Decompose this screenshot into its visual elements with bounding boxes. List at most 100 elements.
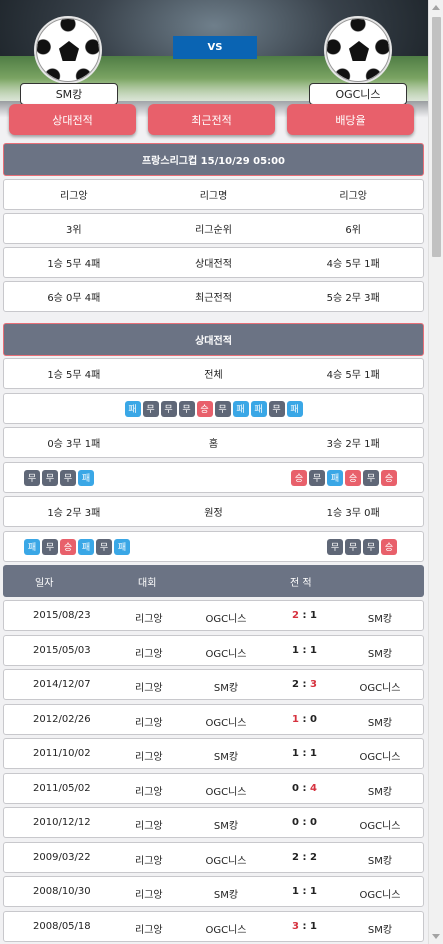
result-badge: 무 — [42, 538, 58, 555]
tab-head-to-head[interactable]: 상대전적 — [9, 104, 136, 135]
column-record: 전 적 — [290, 578, 312, 589]
result-badge: 승 — [345, 469, 361, 486]
match-home-team: SM캉 — [213, 752, 239, 763]
match-league: 리그앙 — [135, 614, 163, 625]
match-home-team: SM캉 — [213, 890, 239, 901]
result-badge: 무 — [327, 538, 343, 555]
match-away-team: SM캉 — [367, 924, 393, 936]
home-score: 1 — [292, 644, 299, 656]
match-date: 2010/12/12 — [33, 817, 91, 828]
match-away-team: OGC니스 — [359, 683, 401, 694]
match-row[interactable]: 2015/08/23 리그앙 OGC니스 2 : 1 SM캉 — [3, 600, 424, 631]
h2h-away-badges-row: 패무승패무패 무무무승 — [3, 531, 424, 562]
match-date: 2009/03/22 — [33, 851, 91, 863]
match-score: 2 : 2 — [292, 851, 317, 863]
result-badge: 무 — [309, 469, 325, 486]
match-away-team: SM캉 — [367, 648, 393, 660]
away-score: 4 — [309, 782, 317, 794]
match-row[interactable]: 2008/05/18 리그앙 OGC니스 3 : 1 SM캉 — [3, 910, 424, 942]
result-badge: 승 — [60, 538, 76, 555]
h2h-total-badges-row: 패무무무승무패패무패 — [3, 393, 424, 424]
h2h-away-row: 1승 2무 3패 원정 1승 3무 0패 — [3, 496, 424, 527]
match-row[interactable]: 2012/02/26 리그앙 OGC니스 1 : 0 SM캉 — [3, 703, 424, 735]
match-league: 리그앙 — [135, 821, 163, 832]
match-date: 2008/05/18 — [33, 920, 91, 932]
result-badge: 패 — [124, 400, 141, 417]
h2h-total-badges: 패무무무승무패패무패 — [124, 400, 303, 417]
result-badge: 패 — [78, 538, 94, 555]
match-score: 0 : 0 — [292, 817, 317, 828]
summary-row-h2h: 1승 5무 4패 상대전적 4승 5무 1패 — [3, 247, 424, 278]
match-score: 0 : 4 — [292, 782, 317, 794]
h2h-away-badges-left: 패무승패무패 — [24, 538, 130, 555]
away-score: 0 — [309, 713, 317, 725]
tab-recent-form[interactable]: 최근전적 — [148, 104, 275, 135]
match-score: 1 : 1 — [292, 748, 317, 759]
column-competition: 대회 — [138, 578, 157, 589]
match-date: 2011/10/02 — [33, 748, 91, 759]
summary-row-rank: 3위 리그순위 6위 — [3, 213, 424, 244]
result-badge: 패 — [286, 400, 303, 417]
h2h-total-row: 1승 5무 4패 전체 4승 5무 1패 — [3, 358, 424, 389]
scroll-down-arrow-icon[interactable] — [432, 934, 440, 939]
result-badge: 무 — [96, 538, 112, 555]
match-home-team: OGC니스 — [205, 614, 247, 625]
result-badge: 무 — [363, 469, 379, 486]
result-badge: 패 — [24, 538, 40, 555]
tab-odds[interactable]: 배당율 — [287, 104, 414, 135]
result-badge: 무 — [24, 469, 40, 486]
match-league: 리그앙 — [135, 648, 163, 660]
away-score: 1 — [309, 920, 317, 932]
result-badge: 패 — [327, 469, 343, 486]
home-score: 3 — [292, 920, 299, 932]
away-team-logo-icon — [326, 18, 390, 82]
matches-table-header: 일자 대회 전 적 — [3, 565, 424, 597]
home-score: 2 — [292, 610, 299, 621]
match-score: 2 : 1 — [292, 610, 317, 621]
match-home-team: OGC니스 — [205, 924, 247, 936]
match-home-team: OGC니스 — [205, 717, 247, 729]
match-home-team: SM캉 — [213, 821, 239, 832]
home-score: 0 — [292, 817, 299, 828]
scroll-up-arrow-icon[interactable] — [432, 5, 440, 10]
match-row[interactable]: 2010/12/12 리그앙 SM캉 0 : 0 OGC니스 — [3, 807, 424, 838]
h2h-away-badges-right: 무무무승 — [327, 538, 397, 555]
result-badge: 무 — [178, 400, 195, 417]
match-away-team: SM캉 — [367, 717, 393, 729]
scrollbar[interactable] — [428, 0, 443, 944]
match-hero: VS SM캉 OGC니스 상대전적 최근전적 배당율 — [0, 0, 428, 144]
away-score: 1 — [309, 610, 317, 621]
match-row[interactable]: 2014/12/07 리그앙 SM캉 2 : 3 OGC니스 — [3, 669, 424, 700]
home-score: 1 — [292, 886, 299, 897]
summary-row-league: 리그앙 리그명 리그앙 — [3, 179, 424, 210]
match-score: 1 : 1 — [292, 886, 317, 897]
result-badge: 무 — [60, 469, 76, 486]
away-score: 3 — [309, 679, 317, 690]
match-away-team: SM캉 — [367, 855, 393, 867]
h2h-home-row: 0승 3무 1패 홈 3승 2무 1패 — [3, 427, 424, 458]
home-score: 1 — [292, 748, 299, 759]
match-league: 리그앙 — [135, 752, 163, 763]
result-badge: 무 — [345, 538, 361, 555]
column-date: 일자 — [35, 578, 54, 589]
summary-row-recent: 6승 0무 4패 최근전적 5승 2무 3패 — [3, 281, 424, 312]
match-score: 1 : 1 — [292, 644, 317, 656]
h2h-home-badges-left: 무무무패 — [24, 469, 94, 486]
result-badge: 승 — [291, 469, 307, 486]
scrollbar-thumb[interactable] — [432, 17, 441, 257]
match-row[interactable]: 2008/10/30 리그앙 SM캉 1 : 1 OGC니스 — [3, 876, 424, 907]
result-badge: 승 — [196, 400, 213, 417]
match-row[interactable]: 2011/05/02 리그앙 OGC니스 0 : 4 SM캉 — [3, 772, 424, 804]
match-league: 리그앙 — [135, 717, 163, 729]
vs-badge: VS — [173, 36, 257, 59]
match-home-team: OGC니스 — [205, 855, 247, 867]
result-badge: 패 — [250, 400, 267, 417]
away-score: 1 — [309, 886, 317, 897]
match-row[interactable]: 2011/10/02 리그앙 SM캉 1 : 1 OGC니스 — [3, 738, 424, 769]
result-badge: 무 — [42, 469, 58, 486]
result-badge: 무 — [142, 400, 159, 417]
match-row[interactable]: 2009/03/22 리그앙 OGC니스 2 : 2 SM캉 — [3, 841, 424, 873]
match-row[interactable]: 2015/05/03 리그앙 OGC니스 1 : 1 SM캉 — [3, 634, 424, 666]
match-score: 1 : 0 — [292, 713, 317, 725]
match-date: 2015/08/23 — [33, 610, 91, 621]
